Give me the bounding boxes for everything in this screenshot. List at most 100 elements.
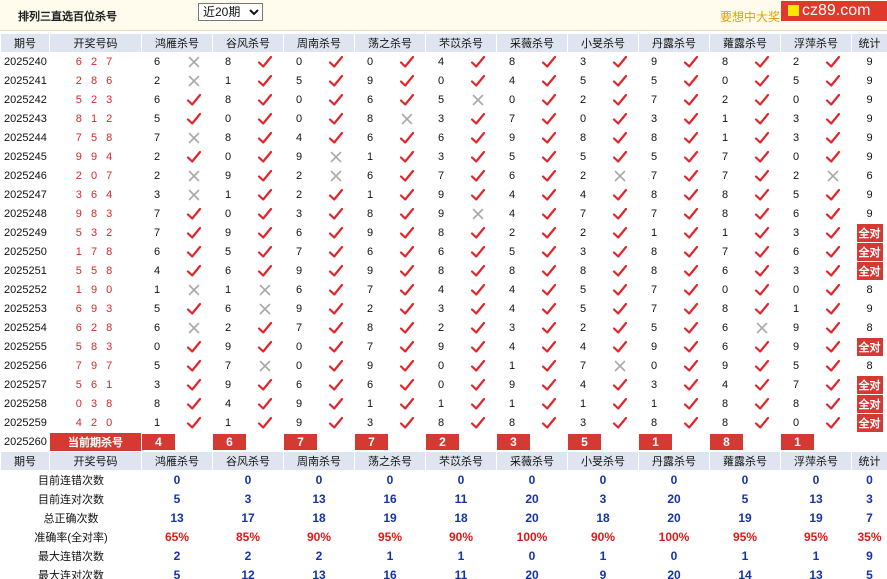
stat-value: 13 [780,489,852,509]
draw-number-cell: 5 3 2 [49,223,142,243]
kill-digit-cell: 8 [496,261,531,281]
header-row: 期号 开奖号码 鸿雁杀号 谷风杀号 周南杀号 荡之杀号 芣苡杀号 采薇杀号 小旻杀号 丹露杀号 蕹露… [0,33,887,53]
check-mark-icon [175,356,213,376]
kill-digit-cell: 1 [709,109,744,129]
all-correct-badge: 全对 [856,243,883,261]
kill-digit-cell: 2 [780,52,815,72]
check-mark-icon [246,261,284,281]
period-cell: 2025260 [0,432,50,452]
kill-digit-cell: 9 [283,394,318,414]
cross-mark-icon [317,166,355,186]
check-mark-icon [530,413,568,433]
period-cell: 2025256 [0,356,50,376]
check-mark-icon [175,394,213,414]
check-mark-icon [175,261,213,281]
check-mark-icon [246,337,284,357]
check-mark-icon [601,223,639,243]
stat-row: 准确率(全对率) 65% 85% 90% 95% 90% 100% 90% 100% 95% 95%… [0,527,887,547]
check-mark-icon [388,90,426,110]
header-cell: 统计 [851,33,887,53]
check-mark-icon [317,204,355,224]
check-mark-icon [601,394,639,414]
kill-digit-cell: 1 [638,394,673,414]
kill-digit-cell: 8 [709,52,744,72]
kill-digit-cell: 1 [354,147,389,167]
check-mark-icon [246,52,284,72]
check-mark-icon [175,413,213,433]
check-mark-icon [601,128,639,148]
kill-digit-cell: 9 [425,337,460,357]
kill-digit-cell: 0 [638,356,673,376]
kill-digit-cell: 7 [638,90,673,110]
stat-value: 18 [567,508,639,528]
stat-value: 0 [780,470,852,490]
check-mark-icon [672,223,710,243]
kill-digit-cell: 5 [567,280,602,300]
kill-digit-cell: 1 [141,280,176,300]
check-mark-icon [246,394,284,414]
check-mark-icon [246,128,284,148]
period-cell: 2025255 [0,337,50,357]
stat-value: 3 [567,489,639,509]
period-select[interactable]: 近20期 [198,3,263,21]
draw-number-cell: 1 9 0 [49,280,142,300]
header-cell: 小旻杀号 [567,33,639,53]
kill-digit-cell: 4 [709,375,744,395]
stat-value: 19 [354,508,426,528]
stat-value: 0 [354,470,426,490]
kill-digit-cell: 9 [212,223,247,243]
stat-row: 最大连对次数 5 12 13 16 11 20 9 20 14 13 5 [0,565,887,579]
kill-digit-cell: 7 [638,204,673,224]
cross-mark-icon [814,166,852,186]
check-mark-icon [317,242,355,262]
table-row: 2025256 7 9 757090170958 [0,356,887,376]
stat-value: 13 [283,565,355,579]
check-mark-icon [672,128,710,148]
stat-value: 18 [425,508,497,528]
table-row: 2025240 6 2 76 8 0 0 4 8 3 9 8 2 9 [0,52,887,72]
stat-value: 2 [212,546,284,566]
kill-digit-cell: 6 [283,280,318,300]
stat-value: 9 [567,565,639,579]
period-cell: 2025250 [0,242,50,262]
stat-value: 0 [567,470,639,490]
kill-digit-cell: 8 [496,52,531,72]
kill-digit-cell: 0 [425,71,460,91]
period-cell: 2025247 [0,185,50,205]
check-mark-icon [388,223,426,243]
current-kill-cell: 7 [283,432,355,452]
stat-value: 20 [638,565,710,579]
stat-cell: 9 [851,71,887,91]
draw-number-cell: 6 9 3 [49,299,142,319]
draw-number-cell: 2 8 6 [49,71,142,91]
kill-digit-cell: 6 [141,52,176,72]
check-mark-icon [246,166,284,186]
table-row: 2025243 8 1 25 0 0 8 3 7 0 3 1 3 9 [0,109,887,129]
cross-mark-icon [175,128,213,148]
check-mark-icon [601,52,639,72]
check-mark-icon [672,413,710,433]
check-mark-icon [743,223,781,243]
period-cell: 2025251 [0,261,50,281]
kill-digit-cell: 7 [567,356,602,376]
draw-number-cell: 8 1 2 [49,109,142,129]
header-cell: 芣苡杀号 [425,33,497,53]
kill-digit-cell: 0 [212,109,247,129]
check-mark-icon [743,280,781,300]
check-mark-icon [388,318,426,338]
site-logo[interactable]: cz89.com [781,1,887,21]
check-mark-icon [743,185,781,205]
stat-value: 3 [212,489,284,509]
check-mark-icon [672,356,710,376]
kill-digit-cell: 8 [638,128,673,148]
kill-digit-cell: 2 [212,318,247,338]
kill-digit-cell: 0 [425,375,460,395]
kill-digit-cell: 5 [212,242,247,262]
kill-digit-cell: 6 [425,128,460,148]
stat-value: 11 [425,565,497,579]
logo-square-icon [788,5,799,16]
check-mark-icon [814,261,852,281]
check-mark-icon [317,280,355,300]
kill-digit-cell: 9 [212,337,247,357]
cross-mark-icon [175,185,213,205]
